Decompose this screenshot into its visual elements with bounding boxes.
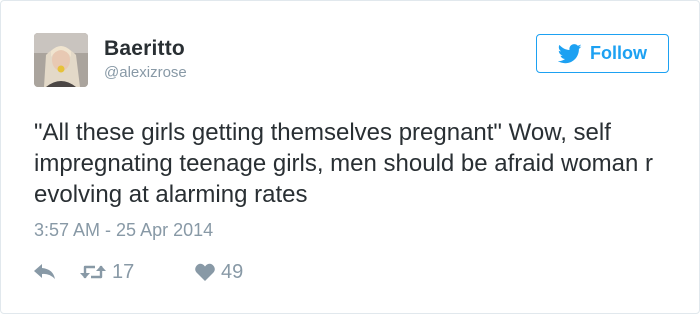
tweet-text: "All these girls getting themselves preg… [34,119,654,208]
avatar[interactable] [34,33,88,87]
display-name[interactable]: Ваeritto [104,37,185,61]
reply-icon [34,264,56,280]
retweet-icon [80,263,106,281]
reply-button[interactable] [34,264,80,280]
like-count: 49 [221,260,244,283]
avatar-photo [34,33,88,87]
follow-label: Follow [590,43,647,63]
retweet-count: 17 [112,260,135,283]
tweet-actions: 17 49 [34,260,243,284]
retweet-button[interactable]: 17 [80,261,195,284]
twitter-bird-icon [557,43,582,64]
like-button[interactable]: 49 [195,261,243,284]
tweet-card: Ваeritto @alexizrose Follow "All these g… [0,0,700,314]
tweet-timestamp[interactable]: 3:57 AM - 25 Apr 2014 [34,220,213,241]
user-handle[interactable]: @alexizrose [104,64,187,81]
heart-icon [195,263,215,281]
follow-button[interactable]: Follow [536,34,669,73]
